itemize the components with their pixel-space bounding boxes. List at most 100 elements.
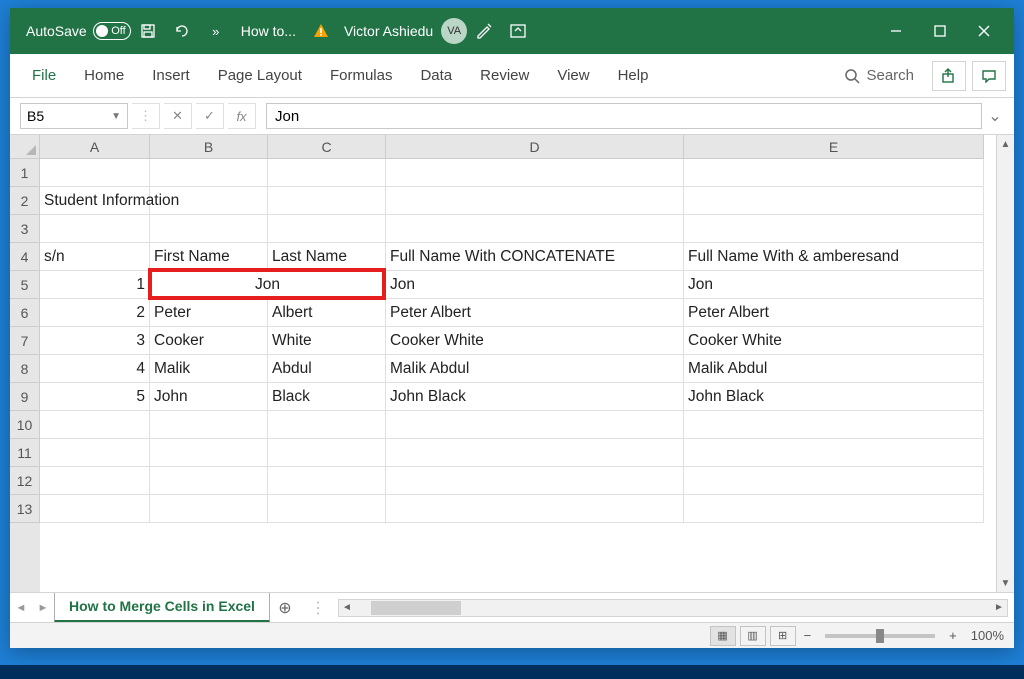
page-break-view-button[interactable]: ⊞ [770, 626, 796, 646]
cell-A9[interactable]: 5 [40, 383, 150, 411]
cell-C12[interactable] [268, 467, 386, 495]
row-header-10[interactable]: 10 [10, 411, 40, 439]
zoom-level[interactable]: 100% [971, 628, 1004, 643]
cell-C7[interactable]: White [268, 327, 386, 355]
cell-B8[interactable]: Malik [150, 355, 268, 383]
cell-B1[interactable] [150, 159, 268, 187]
row-header-5[interactable]: 5 [10, 271, 40, 299]
row-header-2[interactable]: 2 [10, 187, 40, 215]
chevron-down-icon[interactable]: ▼ [111, 111, 121, 122]
cell-B9[interactable]: John [150, 383, 268, 411]
cell-D4[interactable]: Full Name With CONCATENATE [386, 243, 684, 271]
horizontal-scrollbar[interactable]: ◄ ► [338, 599, 1008, 617]
cell-D13[interactable] [386, 495, 684, 523]
cell-A3[interactable] [40, 215, 150, 243]
cell-E10[interactable] [684, 411, 984, 439]
cell-D9[interactable]: John Black [386, 383, 684, 411]
cell-A12[interactable] [40, 467, 150, 495]
page-layout-view-button[interactable]: ▥ [740, 626, 766, 646]
tab-insert[interactable]: Insert [138, 54, 204, 98]
minimize-button[interactable] [874, 8, 918, 54]
cell-A8[interactable]: 4 [40, 355, 150, 383]
cell-C9[interactable]: Black [268, 383, 386, 411]
cell-A6[interactable]: 2 [40, 299, 150, 327]
user-block[interactable]: Victor Ashiedu VA [344, 18, 467, 44]
qat-overflow-icon[interactable]: » [199, 14, 233, 48]
share-button[interactable] [932, 61, 966, 91]
row-header-4[interactable]: 4 [10, 243, 40, 271]
tab-help[interactable]: Help [604, 54, 663, 98]
cell-A11[interactable] [40, 439, 150, 467]
cell-C6[interactable]: Albert [268, 299, 386, 327]
toggle-switch[interactable]: Off [93, 22, 131, 40]
cell-B5[interactable]: Jon [150, 271, 386, 299]
scroll-up-icon[interactable]: ▲ [997, 135, 1014, 153]
cell-D6[interactable]: Peter Albert [386, 299, 684, 327]
cell-C10[interactable] [268, 411, 386, 439]
fx-button[interactable]: fx [228, 103, 256, 129]
cell-B6[interactable]: Peter [150, 299, 268, 327]
maximize-button[interactable] [918, 8, 962, 54]
zoom-out-button[interactable]: − [800, 628, 816, 643]
cell-B12[interactable] [150, 467, 268, 495]
cell-E1[interactable] [684, 159, 984, 187]
draw-icon[interactable] [467, 14, 501, 48]
row-header-6[interactable]: 6 [10, 299, 40, 327]
cell-E6[interactable]: Peter Albert [684, 299, 984, 327]
undo-icon[interactable] [165, 14, 199, 48]
scroll-down-icon[interactable]: ▼ [997, 574, 1014, 592]
row-header-3[interactable]: 3 [10, 215, 40, 243]
ribbon-display-icon[interactable] [501, 14, 535, 48]
cell-E12[interactable] [684, 467, 984, 495]
cell-D7[interactable]: Cooker White [386, 327, 684, 355]
sheet-nav-next[interactable]: ► [32, 593, 54, 623]
column-header-A[interactable]: A [40, 135, 150, 159]
name-box[interactable]: B5 ▼ [20, 103, 128, 129]
cell-B10[interactable] [150, 411, 268, 439]
cell-E4[interactable]: Full Name With & amberesand [684, 243, 984, 271]
cell-D11[interactable] [386, 439, 684, 467]
cell-E8[interactable]: Malik Abdul [684, 355, 984, 383]
close-button[interactable] [962, 8, 1006, 54]
row-header-12[interactable]: 12 [10, 467, 40, 495]
tab-formulas[interactable]: Formulas [316, 54, 407, 98]
cell-A1[interactable] [40, 159, 150, 187]
cell-A10[interactable] [40, 411, 150, 439]
tab-file[interactable]: File [18, 54, 70, 98]
hscroll-right-icon[interactable]: ► [991, 600, 1007, 616]
cell-D3[interactable] [386, 215, 684, 243]
cell-C3[interactable] [268, 215, 386, 243]
cell-D2[interactable] [386, 187, 684, 215]
column-header-E[interactable]: E [684, 135, 984, 159]
sheet-tab-active[interactable]: How to Merge Cells in Excel [54, 593, 270, 623]
cell-B7[interactable]: Cooker [150, 327, 268, 355]
select-all-corner[interactable] [10, 135, 40, 159]
cell-C13[interactable] [268, 495, 386, 523]
vertical-scrollbar[interactable]: ▲ ▼ [996, 135, 1014, 592]
cell-B4[interactable]: First Name [150, 243, 268, 271]
normal-view-button[interactable]: ▦ [710, 626, 736, 646]
cell-D8[interactable]: Malik Abdul [386, 355, 684, 383]
cell-E13[interactable] [684, 495, 984, 523]
cell-C11[interactable] [268, 439, 386, 467]
cell-A4[interactable]: s/n [40, 243, 150, 271]
formula-input[interactable]: Jon [266, 103, 982, 129]
cell-A5[interactable]: 1 [40, 271, 150, 299]
save-icon[interactable] [131, 14, 165, 48]
search-box[interactable]: Search [832, 67, 926, 84]
cells-area[interactable]: Student Informations/nFirst NameLast Nam… [40, 159, 984, 592]
zoom-slider[interactable] [825, 634, 935, 638]
cell-D1[interactable] [386, 159, 684, 187]
row-header-11[interactable]: 11 [10, 439, 40, 467]
row-header-13[interactable]: 13 [10, 495, 40, 523]
cell-E3[interactable] [684, 215, 984, 243]
cell-C1[interactable] [268, 159, 386, 187]
zoom-in-button[interactable]: + [945, 628, 961, 643]
cancel-formula-button[interactable]: ✕ [164, 103, 192, 129]
tab-split-grip[interactable]: ⋮ [310, 598, 328, 618]
add-sheet-button[interactable]: ⊕ [270, 598, 300, 618]
cell-A2[interactable]: Student Information [40, 187, 150, 215]
column-header-D[interactable]: D [386, 135, 684, 159]
cell-C2[interactable] [268, 187, 386, 215]
tab-page-layout[interactable]: Page Layout [204, 54, 316, 98]
